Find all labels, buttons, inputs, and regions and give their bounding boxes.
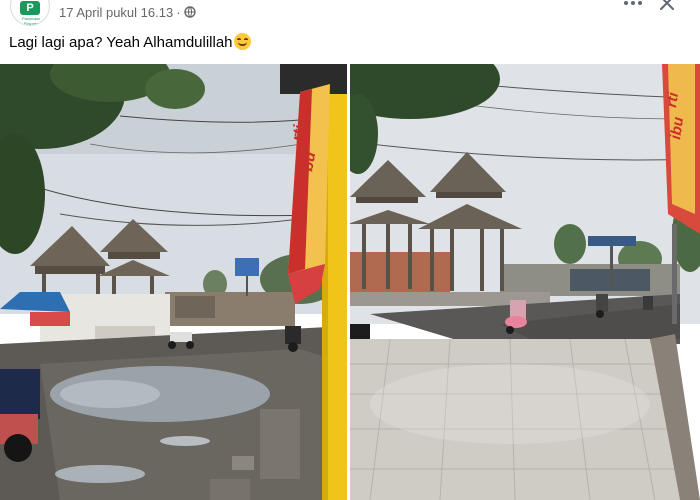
banner-right-text-2: ibu	[667, 116, 687, 141]
close-icon[interactable]	[658, 0, 676, 12]
meta-separator: ·	[176, 5, 181, 20]
post-caption-text: Lagi lagi apa? Yeah Alhamdulillah	[9, 34, 233, 51]
post-header: P Pasundan Ekspres 17 April pukul 16.13 ·	[0, 0, 700, 26]
photo-right[interactable]: rti ibu	[350, 64, 700, 500]
banner-left-text-2: bu	[299, 150, 319, 172]
more-options-icon[interactable]	[622, 0, 644, 11]
post-meta: 17 April pukul 16.13 ·	[59, 5, 196, 21]
post-caption: Lagi lagi apa? Yeah Alhamdulillah	[9, 33, 251, 53]
page-avatar[interactable]: P Pasundan Ekspres	[10, 0, 50, 26]
page-logo-caption: Pasundan Ekspres	[21, 16, 40, 26]
page-logo: P	[20, 1, 40, 15]
photo-left-scene: rti bu	[0, 64, 347, 500]
globe-icon[interactable]	[183, 6, 196, 18]
photo-left[interactable]: rti bu	[0, 64, 347, 500]
post-timestamp[interactable]: 17 April pukul 16.13	[59, 5, 173, 20]
smiling-face-emoji-icon	[233, 33, 251, 50]
photo-right-scene: rti ibu	[350, 64, 700, 500]
